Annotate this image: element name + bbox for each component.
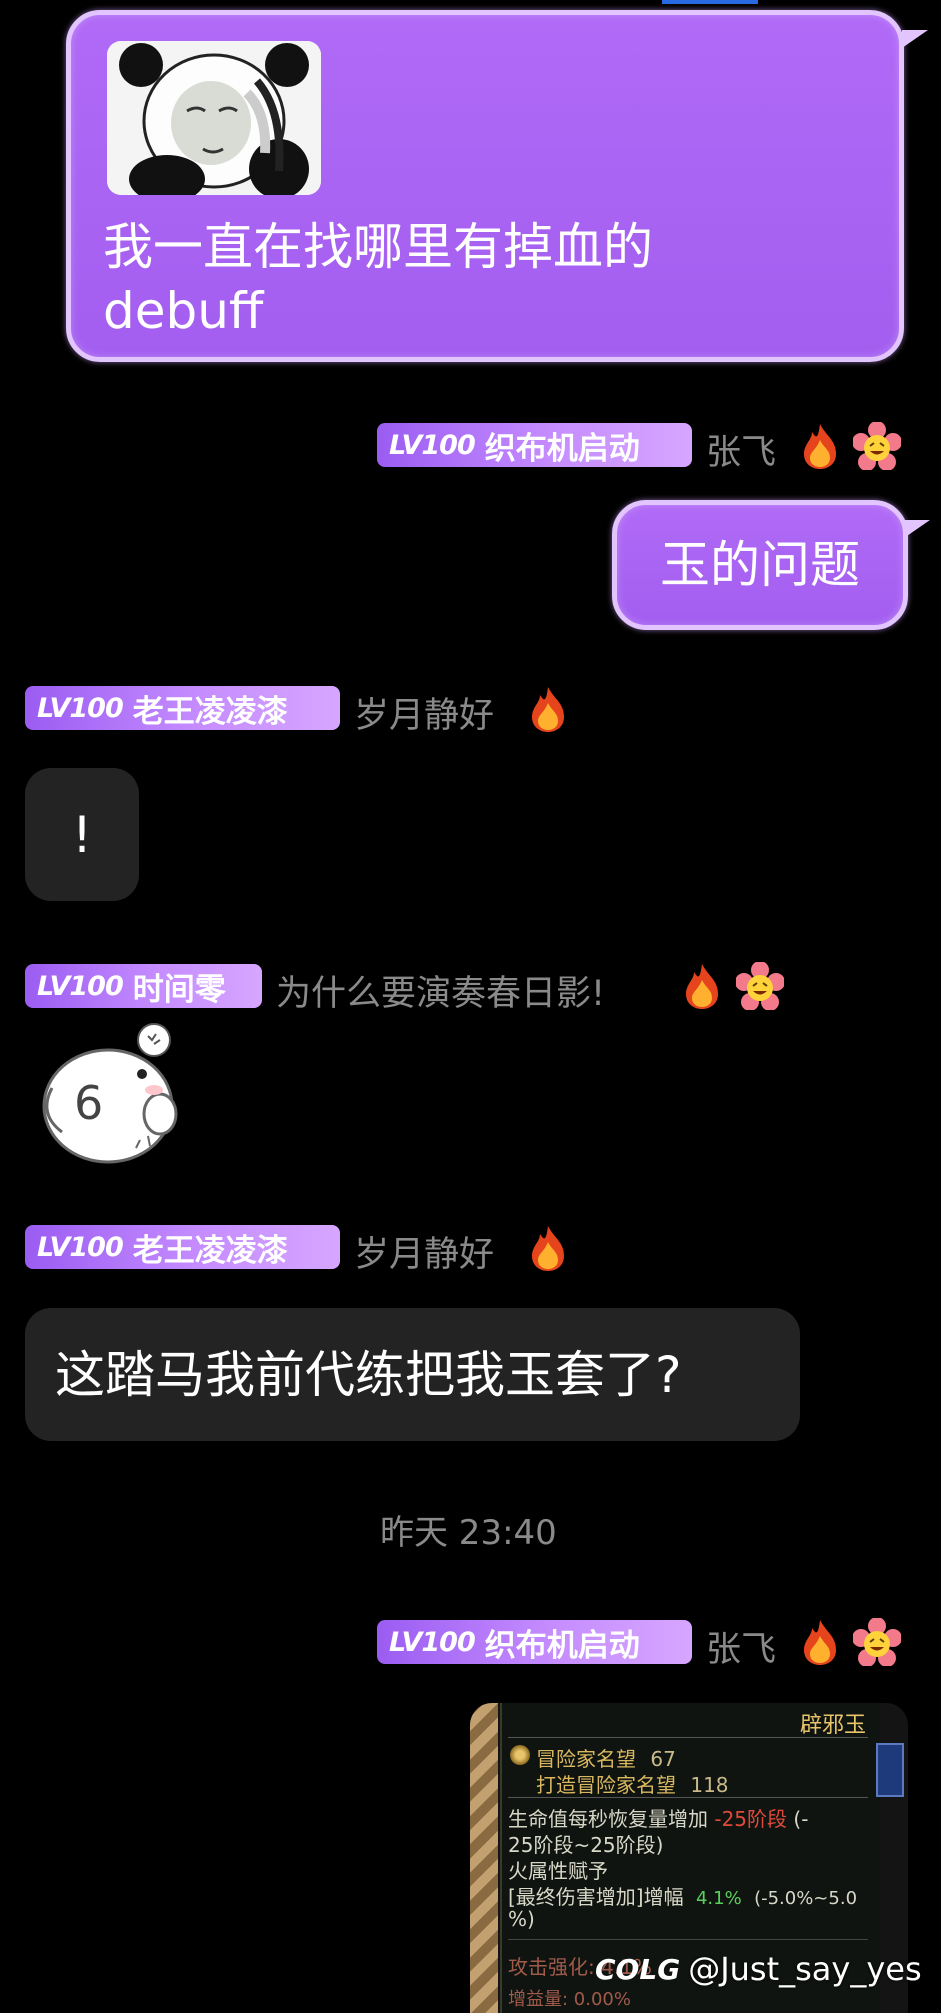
- watermark: COLG @Just_say_yes: [595, 1950, 922, 1988]
- smiley-flower-icon: [853, 1618, 901, 1666]
- hp-regen-row: 生命值每秒恢复量增加 -25阶段 (-: [508, 1803, 808, 1832]
- message-text: !: [71, 805, 93, 864]
- divider: [508, 1939, 868, 1940]
- badge-level: LV100: [37, 1231, 124, 1263]
- craft-fame-row: 打造冒险家名望 118: [536, 1769, 729, 1798]
- final-damage-range-tail: %): [508, 1907, 535, 1931]
- bubble-tail: [902, 30, 928, 48]
- fire-icon: [532, 687, 564, 732]
- badge-level: LV100: [389, 429, 476, 461]
- fire-icon: [804, 1620, 836, 1665]
- message-line-2: debuff: [103, 282, 264, 340]
- fire-icon: [686, 964, 718, 1009]
- sender-nickname[interactable]: 岁月静好: [354, 1226, 494, 1277]
- level-badge[interactable]: LV100 老王凌凌漆: [25, 1225, 340, 1269]
- craft-fame-label: 打造冒险家名望: [536, 1773, 676, 1797]
- smiley-flower-icon: [853, 422, 901, 470]
- fame-icon: [510, 1745, 530, 1765]
- outgoing-message-bubble[interactable]: 我一直在找哪里有掉血的 debuff: [66, 10, 904, 362]
- image-decorative-strip: [470, 1703, 498, 2013]
- level-badge[interactable]: LV100 时间零: [25, 964, 262, 1008]
- badge-level: LV100: [37, 970, 124, 1002]
- fame-label: 冒险家名望: [536, 1747, 636, 1771]
- colg-logo: COLG: [595, 1952, 681, 1986]
- badge-title: 织布机启动: [484, 430, 640, 467]
- message-text: 我一直在找哪里有掉血的 debuff: [103, 215, 863, 343]
- fame-value: 67: [650, 1747, 676, 1771]
- sender-nickname[interactable]: 岁月静好: [354, 687, 494, 738]
- hp-regen-value: -25阶段: [714, 1807, 788, 1831]
- fire-icon: [804, 424, 836, 469]
- craft-fame-value: 118: [690, 1773, 729, 1797]
- message-line-1: 我一直在找哪里有掉血的: [103, 218, 653, 276]
- outgoing-message-bubble[interactable]: 玉的问题: [612, 500, 908, 630]
- badge-level: LV100: [37, 692, 124, 724]
- panda-meme-sticker[interactable]: [107, 41, 321, 195]
- badge-title: 老王凌凌漆: [132, 1232, 288, 1269]
- final-damage-value: 4.1%: [695, 1888, 742, 1909]
- level-badge[interactable]: LV100 织布机启动: [377, 423, 692, 467]
- level-badge[interactable]: LV100 老王凌凌漆: [25, 686, 340, 730]
- hp-regen-label: 生命值每秒恢复量增加: [508, 1807, 708, 1831]
- sender-nickname[interactable]: 为什么要演奏春日影!: [276, 965, 605, 1016]
- watermark-handle: @Just_say_yes: [688, 1950, 922, 1988]
- bird-sticker[interactable]: 6: [20, 1018, 180, 1164]
- hp-regen-tail: (-: [793, 1807, 809, 1831]
- divider: [508, 1797, 868, 1798]
- message-text: 这踏马我前代练把我玉套了?: [55, 1345, 682, 1404]
- divider: [508, 1737, 868, 1738]
- fire-icon: [532, 1226, 564, 1271]
- item-name: 辟邪玉: [799, 1713, 866, 1738]
- incoming-message-bubble[interactable]: !: [25, 768, 139, 901]
- sticker-text: 6: [74, 1076, 104, 1130]
- chat-timestamp: 昨天 23:40: [380, 1513, 557, 1553]
- badge-title: 时间零: [132, 971, 226, 1008]
- sender-nickname[interactable]: 张飞: [706, 424, 776, 475]
- final-damage-range: (-5.0%~5.0: [754, 1888, 858, 1909]
- smiley-flower-icon: [736, 962, 784, 1010]
- final-damage-row: [最终伤害增加]增幅 4.1% (-5.0%~5.0: [508, 1881, 857, 1910]
- fire-element-grant: 火属性赋予: [508, 1859, 608, 1883]
- bubble-tail: [904, 520, 930, 538]
- level-badge[interactable]: LV100 织布机启动: [377, 1620, 692, 1664]
- badge-level: LV100: [389, 1626, 476, 1658]
- fame-row: 冒险家名望 67: [536, 1743, 676, 1772]
- previous-message-edge: [662, 0, 758, 4]
- message-text: 玉的问题: [660, 536, 860, 594]
- incoming-message-bubble[interactable]: 这踏马我前代练把我玉套了?: [25, 1308, 800, 1441]
- hp-regen-range: 25阶段~25阶段): [508, 1833, 664, 1857]
- sender-nickname[interactable]: 张飞: [706, 1621, 776, 1672]
- final-damage-label: [最终伤害增加]增幅: [508, 1885, 684, 1909]
- tooltip-scrollbar[interactable]: [876, 1743, 904, 1797]
- gain-amount: 增益量: 0.00%: [508, 1989, 631, 2010]
- badge-title: 织布机启动: [484, 1627, 640, 1664]
- badge-title: 老王凌凌漆: [132, 693, 288, 730]
